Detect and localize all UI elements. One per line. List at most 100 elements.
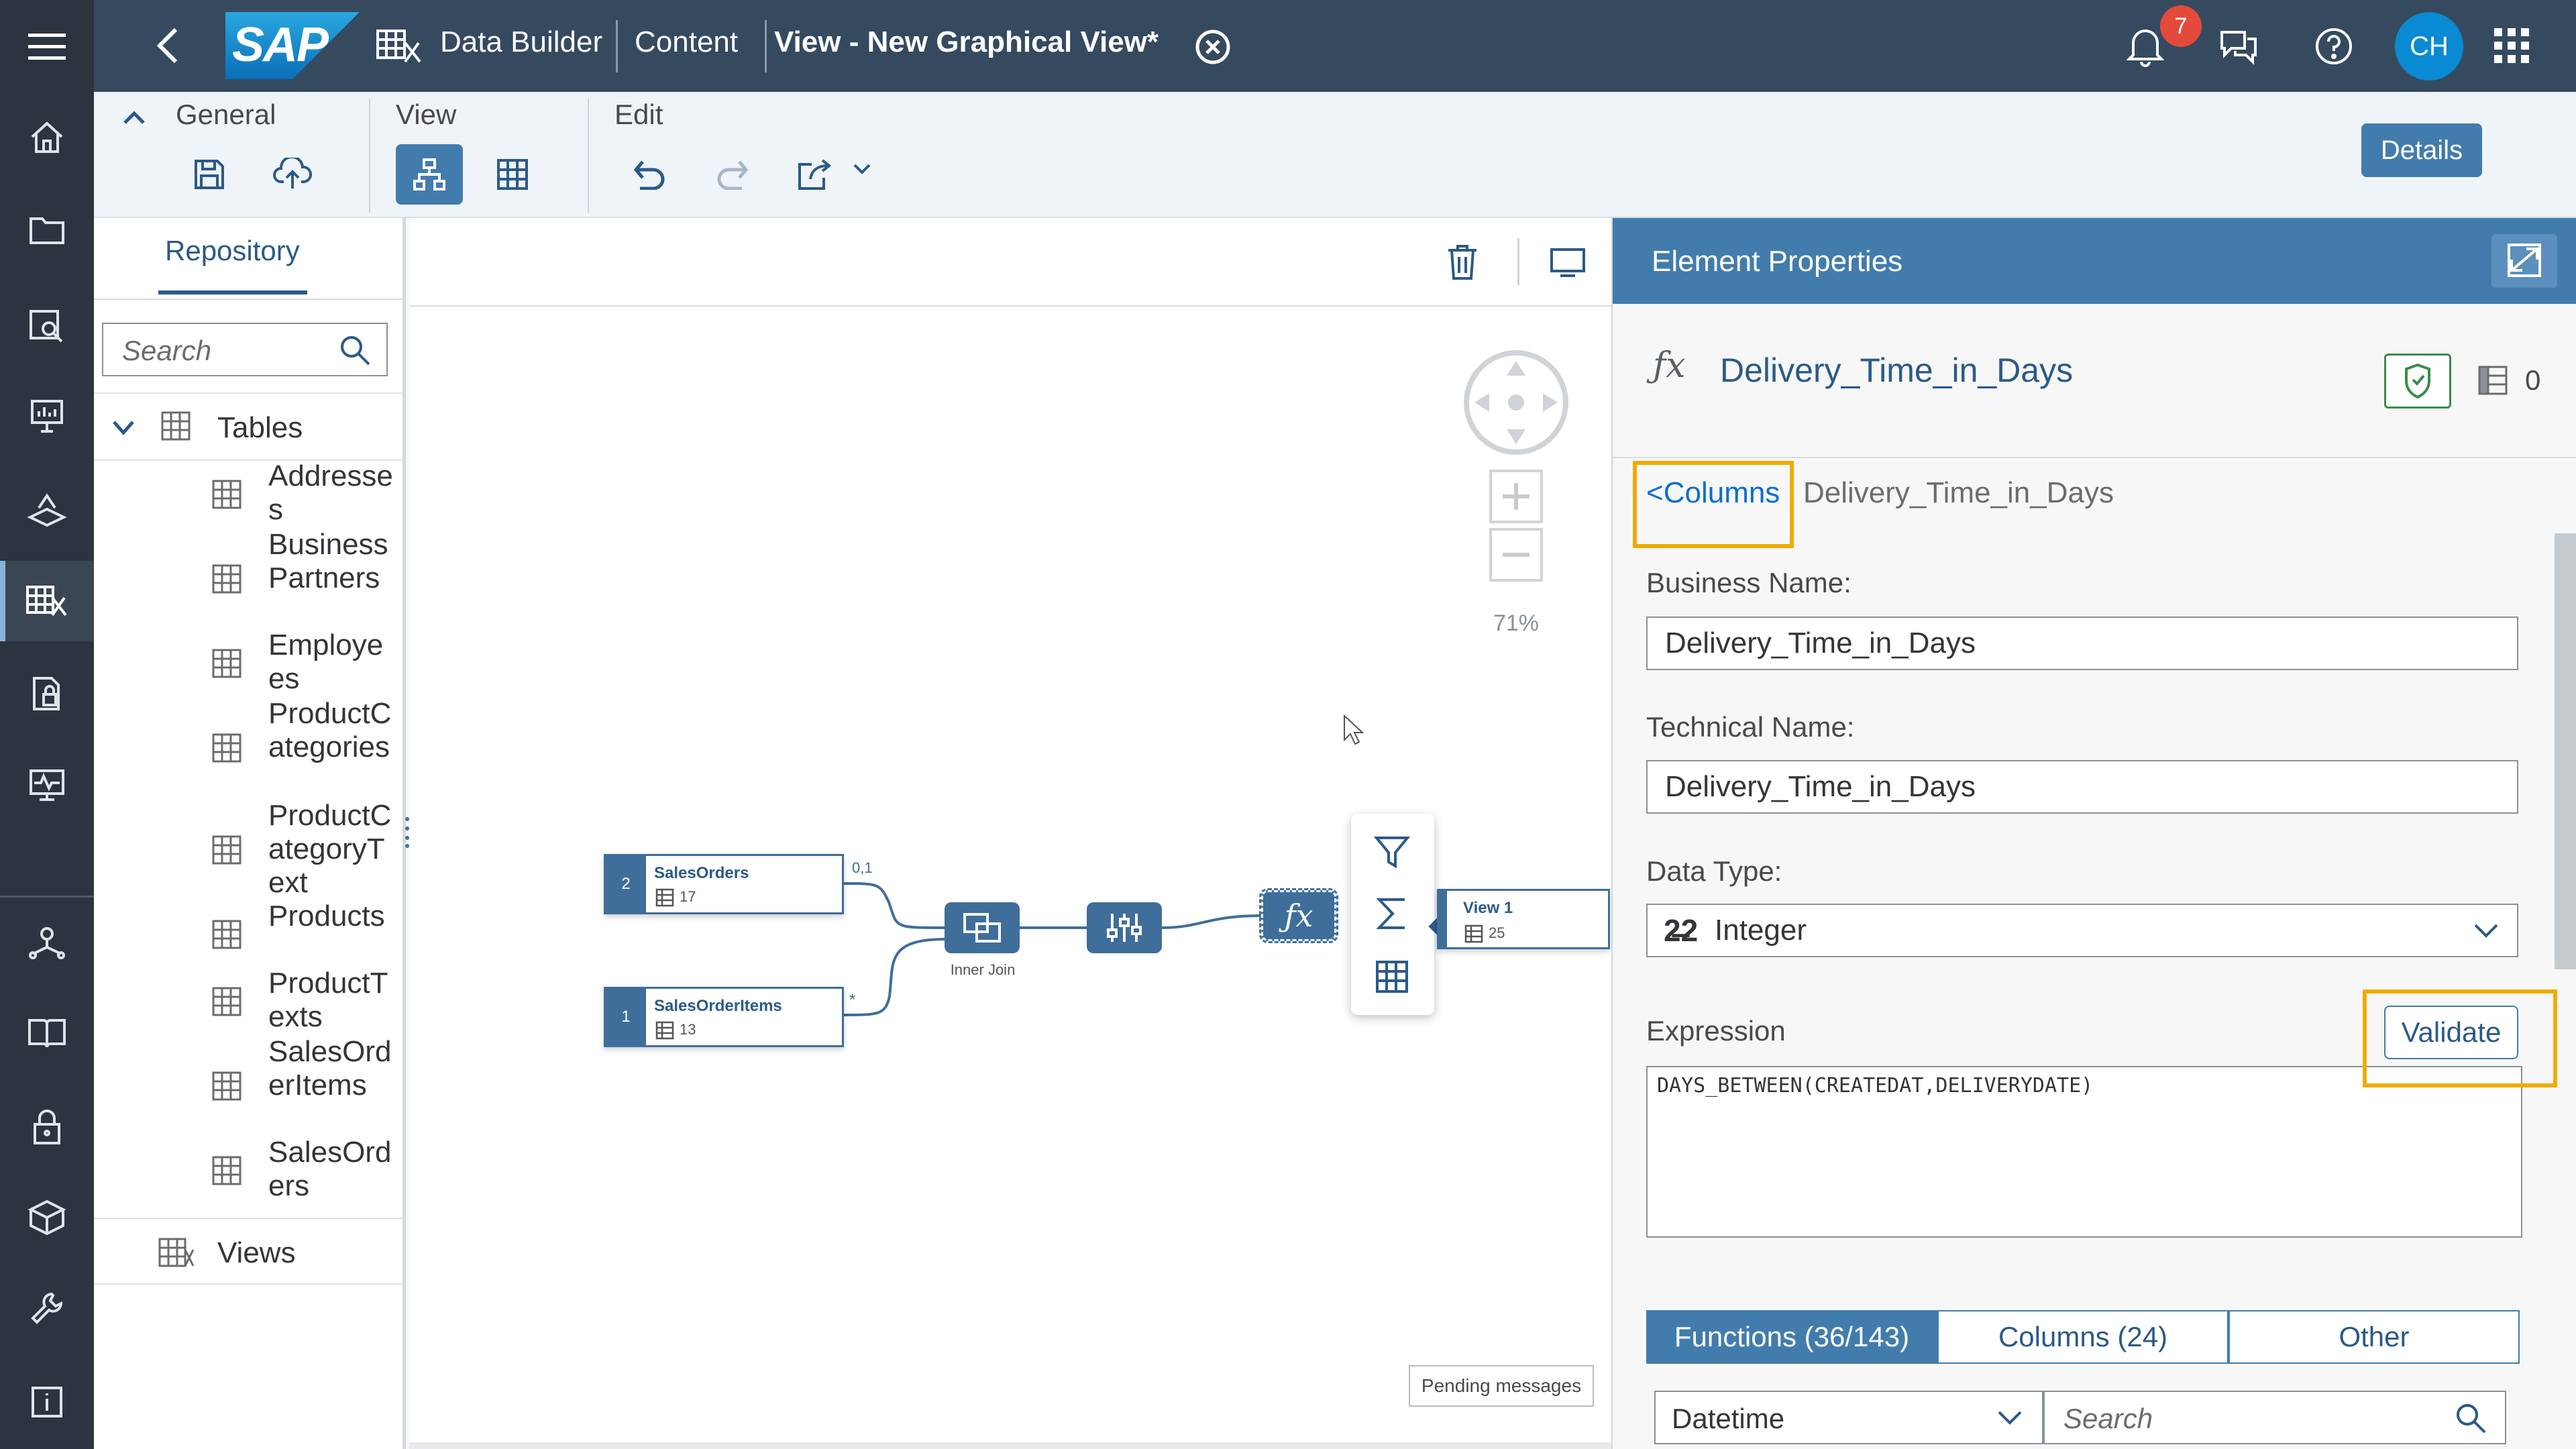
toolbar-separator (369, 99, 370, 213)
data-builder-icon[interactable] (0, 561, 94, 641)
app-title[interactable]: Data Builder (440, 25, 602, 59)
data-access-icon[interactable] (0, 653, 94, 734)
function-icon: ƒx (1284, 898, 1313, 934)
table-name: ProductCategoryText (268, 799, 392, 899)
table-view-icon[interactable] (479, 144, 546, 205)
tree-node-views[interactable]: Views (94, 1218, 402, 1285)
diagram-view-icon[interactable] (396, 144, 463, 205)
security-icon[interactable] (0, 1087, 94, 1167)
search-icon[interactable] (2454, 1401, 2487, 1435)
expression-editor[interactable]: DAYS_BETWEEN(CREATEDAT,DELIVERYDATE) (1646, 1066, 2522, 1238)
feedback-icon[interactable] (2218, 27, 2259, 66)
back-icon[interactable] (154, 25, 181, 66)
node-sales-order-items[interactable]: 1 SalesOrderItems 13 (604, 987, 844, 1047)
node-sales-orders[interactable]: 2 SalesOrders 17 (604, 854, 844, 914)
diagram-canvas[interactable]: 71% 2 SalesOrders 17 0,1 1 SalesOrderIte… (409, 218, 1611, 1449)
cardinality-label: * (849, 991, 856, 1009)
share-dropdown-icon[interactable] (852, 162, 872, 176)
columns-count: 0 (2525, 364, 2541, 396)
side-navigation (0, 0, 94, 1449)
function-category-select[interactable]: Datetime (1654, 1391, 2043, 1444)
scrollbar-thumb[interactable] (2555, 533, 2576, 969)
packages-icon[interactable] (0, 1177, 94, 1258)
views-icon (158, 1236, 195, 1269)
list-item[interactable]: SalesOrders (94, 1136, 402, 1204)
node-name: SalesOrders (654, 864, 749, 882)
chevron-down-icon[interactable] (1996, 1408, 2023, 1428)
breadcrumb-current: Delivery_Time_in_Days (1803, 476, 2114, 509)
close-tab-icon[interactable] (1194, 28, 1232, 66)
expand-chevron-icon[interactable] (111, 419, 136, 437)
folder-icon[interactable] (0, 189, 94, 270)
repository-panel: Repository Search Tables Addresses Busin… (94, 218, 406, 1449)
calculated-column-operator[interactable]: ƒx (1259, 888, 1338, 943)
catalog-icon[interactable] (0, 993, 94, 1073)
table-name: Employees (268, 629, 384, 695)
category-value: Datetime (1672, 1403, 1785, 1434)
technical-name-field[interactable]: Delivery_Time_in_Days (1646, 760, 2518, 814)
tab-other[interactable]: Other (2229, 1310, 2520, 1364)
data-type-select[interactable]: 2̶2 Integer (1646, 904, 2518, 957)
node-column-count: 17 (680, 888, 696, 905)
wrench-icon[interactable] (0, 1268, 94, 1348)
projection-operator[interactable] (1087, 902, 1162, 953)
undo-icon[interactable] (616, 144, 683, 205)
info-icon[interactable] (0, 1362, 94, 1442)
shell-separator (616, 20, 618, 72)
business-name-field[interactable]: Delivery_Time_in_Days (1646, 616, 2518, 670)
node-number: 2 (606, 856, 646, 912)
redo-icon[interactable] (699, 144, 766, 205)
tab-columns[interactable]: Columns (24) (1937, 1310, 2229, 1364)
list-item[interactable]: ProductCategoryText (94, 799, 402, 901)
list-item[interactable]: SalesOrderItems (94, 1035, 402, 1137)
table-name: BusinessPartners (268, 528, 388, 594)
function-search-field[interactable]: Search (2043, 1391, 2506, 1444)
aggregation-icon[interactable] (1375, 896, 1409, 932)
repository-search-field[interactable]: Search (102, 323, 388, 376)
tab-repository[interactable]: Repository (165, 235, 300, 267)
shell-bar: SAP Data Builder Content View - New Grap… (94, 0, 2576, 92)
business-name-label: Business Name: (1646, 567, 1851, 598)
details-button[interactable]: Details (2361, 123, 2482, 177)
filter-icon[interactable] (1374, 834, 1410, 870)
home-icon[interactable] (0, 97, 94, 178)
app-grid-icon[interactable] (2494, 28, 2529, 63)
join-icon (963, 913, 1001, 943)
list-item[interactable]: BusinessPartners (94, 528, 402, 630)
properties-title: Element Properties (1652, 245, 1903, 278)
business-builder-icon[interactable] (0, 470, 94, 550)
chevron-down-icon[interactable] (2473, 921, 2500, 941)
connections-icon[interactable] (0, 902, 94, 983)
presentation-icon[interactable] (0, 376, 94, 456)
notifications-icon[interactable] (2127, 25, 2164, 67)
search-icon[interactable] (338, 333, 372, 367)
breadcrumb-content[interactable]: Content (635, 25, 738, 59)
general-group-label: General (176, 99, 276, 130)
columns-icon (2478, 366, 2508, 395)
user-avatar[interactable]: CH (2395, 12, 2463, 80)
canvas-scrollbar[interactable] (409, 1442, 1611, 1449)
node-view-1[interactable]: View 1 25 (1437, 889, 1610, 949)
pending-messages-button[interactable]: Pending messages (1409, 1365, 1594, 1407)
share-icon[interactable] (782, 144, 849, 205)
join-operator[interactable] (945, 902, 1020, 953)
list-item[interactable]: ProductTexts (94, 967, 402, 1035)
list-item[interactable]: Products (94, 900, 402, 968)
node-column-count: 13 (680, 1021, 696, 1038)
menu-icon[interactable] (0, 7, 94, 87)
monitor-icon[interactable] (0, 745, 94, 825)
collapse-chevron-icon[interactable] (121, 107, 148, 127)
tree-node-tables[interactable]: Tables (94, 394, 402, 461)
highlight-box (1633, 461, 1794, 548)
add-table-icon[interactable] (1375, 960, 1409, 994)
maximize-icon[interactable] (2491, 234, 2557, 288)
deploy-icon[interactable] (259, 144, 326, 205)
help-icon[interactable] (2314, 27, 2353, 66)
list-item[interactable]: Addresses (94, 460, 402, 528)
validation-status-icon[interactable] (2384, 354, 2451, 409)
list-item[interactable]: Employees (94, 629, 402, 697)
tab-functions[interactable]: Functions (36/143) (1646, 1310, 1937, 1364)
save-icon[interactable] (176, 144, 243, 205)
data-search-icon[interactable] (0, 285, 94, 366)
list-item[interactable]: ProductCategories (94, 697, 402, 799)
